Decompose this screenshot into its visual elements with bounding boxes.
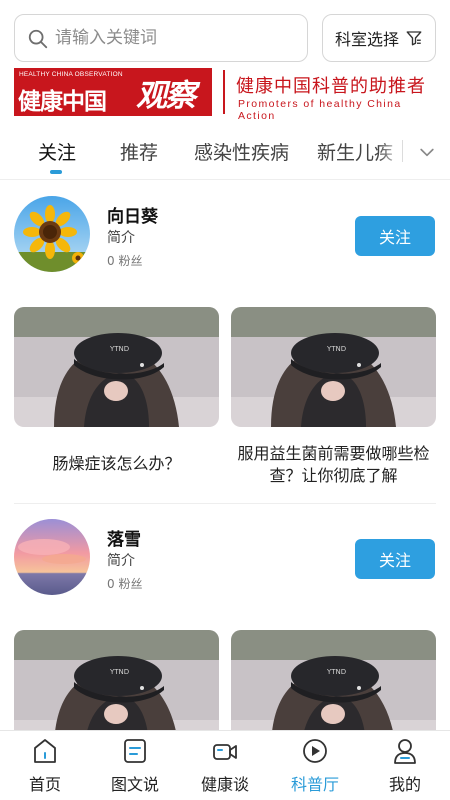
play-circle-icon [303,739,327,763]
nav-label: 图文说 [110,775,159,794]
person-icon [394,739,416,764]
author-intro: 简介 [107,230,135,246]
category-tabs: 关注 推荐 感染性疾病 新生儿疾 [0,126,450,180]
author-name[interactable]: 向日葵 [107,202,158,227]
home-icon [34,739,56,763]
follow-button[interactable]: 关注 [355,539,435,579]
document-icon [124,739,146,763]
banner-slogan-english: Promoters of healthy China Action [238,98,402,122]
author-name[interactable]: 落雪 [107,525,141,550]
author-fans-count: 0 粉丝 [107,577,143,591]
filter-icon [406,31,422,46]
tab-infectious-disease[interactable]: 感染性疾病 [194,138,289,165]
search-input[interactable] [55,15,295,61]
svg-text:YTND: YTND [109,668,129,676]
svg-text:YTND: YTND [109,345,129,353]
active-tab-indicator [50,170,62,174]
chevron-down-icon[interactable] [416,142,438,162]
nav-label: 首页 [28,775,61,794]
follow-button[interactable]: 关注 [355,216,435,256]
bottom-navigation: 首页 图文说 健康谈 科普厅 我的 [0,730,450,800]
nav-science-hall[interactable]: 科普厅 [270,737,360,797]
svg-text:YTND: YTND [326,668,346,676]
banner-small-text: HEALTHY CHINA OBSERVATION [19,71,123,78]
banner-separator [223,70,225,114]
banner-big-text: 观察 [136,78,196,114]
video-camera-icon [213,744,237,760]
author-row[interactable]: 向日葵 简介 0 粉丝 关注 [0,196,450,286]
banner-title: 健康中国 [18,89,107,115]
banner-slogan: 健康中国科普的助推者 [236,76,426,97]
nav-label: 科普厅 [290,775,339,794]
nav-home[interactable]: 首页 [0,737,90,797]
avatar[interactable] [14,519,90,595]
nav-label: 我的 [388,775,421,794]
tab-recommend[interactable]: 推荐 [120,138,158,165]
sunflower-avatar-image [14,196,90,272]
search-icon [28,29,48,49]
tab-follow[interactable]: 关注 [38,138,76,165]
banner-logo-block: HEALTHY CHINA OBSERVATION 健康中国 观察 [14,68,212,116]
article-title[interactable]: 服用益生菌前需要做哪些检查？让你彻底了解 [231,443,436,487]
girl-cap-photo: YTND [14,307,219,427]
tabs-divider [402,140,403,162]
author-fans-count: 0 粉丝 [107,254,143,268]
article-thumbnail: YTND [231,307,436,427]
search-row: 科室选择 [14,14,436,62]
girl-cap-photo: YTND [231,307,436,427]
author-row[interactable]: 落雪 简介 0 粉丝 关注 [0,519,450,609]
promo-banner[interactable]: HEALTHY CHINA OBSERVATION 健康中国 观察 健康中国科普… [14,68,436,122]
nav-article[interactable]: 图文说 [90,737,180,797]
search-box[interactable] [14,14,308,62]
nav-profile[interactable]: 我的 [360,737,450,797]
nav-label: 健康谈 [200,775,249,794]
svg-text:YTND: YTND [326,345,346,353]
department-select-button[interactable]: 科室选择 [322,14,436,62]
nav-health-talk[interactable]: 健康谈 [180,737,270,797]
department-select-label: 科室选择 [334,30,399,49]
avatar[interactable] [14,196,90,272]
author-intro: 简介 [107,553,135,569]
article-thumbnail: YTND [14,307,219,427]
section-divider [14,503,436,504]
article-title[interactable]: 肠燥症该怎么办？ [14,453,219,475]
tabs-fade [378,126,404,178]
sunset-avatar-image [14,519,90,595]
